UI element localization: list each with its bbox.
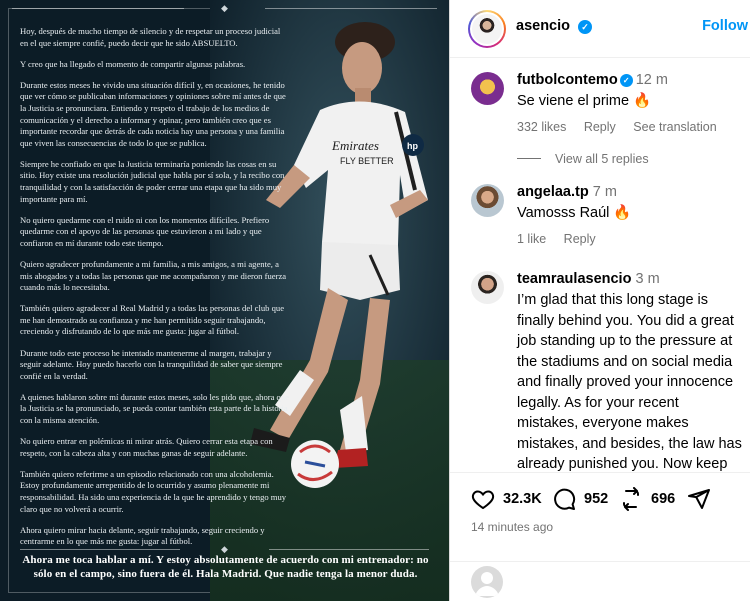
reply-link[interactable]: Reply bbox=[564, 232, 596, 246]
svg-text:FLY BETTER: FLY BETTER bbox=[340, 156, 394, 166]
comment-icon bbox=[554, 488, 576, 510]
comments-sidebar: asencio ✓ Follow futbolcontemo ✓ 12 m Se v… bbox=[449, 0, 750, 601]
comment-text: Vamosss Raúl 🔥 bbox=[517, 205, 632, 221]
comment-item: angelaa.tp 7 m Vamosss Raúl 🔥 1 like Rep… bbox=[450, 184, 750, 254]
letter-paragraph: También quiero referirme a un episodio r… bbox=[20, 468, 287, 514]
letter-paragraph: Durante todo este proceso he intentado m… bbox=[20, 347, 283, 381]
post-actions-bar: 32.3K 952 696 14 minutes ago bbox=[450, 472, 750, 601]
commenter-username[interactable]: futbolcontemo bbox=[517, 72, 618, 88]
commenter-username[interactable]: angelaa.tp bbox=[517, 184, 589, 200]
comment-time: 12 m bbox=[635, 72, 668, 88]
commenter-avatar[interactable] bbox=[471, 72, 504, 105]
author-username[interactable]: asencio bbox=[516, 18, 570, 34]
comment-text: I’m glad that this long stage is finally… bbox=[517, 292, 742, 472]
user-avatar-icon bbox=[471, 566, 503, 598]
verified-badge-icon: ✓ bbox=[578, 20, 592, 34]
posted-time: 14 minutes ago bbox=[471, 520, 554, 534]
comment-time: 3 m bbox=[635, 271, 660, 287]
view-replies-link[interactable]: View all 5 replies bbox=[517, 152, 649, 166]
statement-letter: Hoy, después de mucho tiempo de silencio… bbox=[20, 26, 290, 557]
comments-list[interactable]: futbolcontemo ✓ 12 m Se viene el prime 🔥 3… bbox=[450, 58, 750, 472]
comment-item: futbolcontemo ✓ 12 m Se viene el prime 🔥 3… bbox=[450, 72, 750, 192]
author-avatar[interactable] bbox=[468, 10, 506, 48]
comment-actions: 1 like Reply bbox=[517, 232, 610, 246]
commenter-username[interactable]: teamraulasencio bbox=[517, 271, 631, 287]
letter-paragraph: También quiero agradecer al Real Madrid … bbox=[20, 303, 285, 337]
letter-paragraph: No quiero quedarme con el ruido ni con l… bbox=[20, 214, 270, 248]
letter-paragraph: Siempre he confiado en que la Justicia t… bbox=[20, 158, 285, 204]
follow-button[interactable]: Follow bbox=[702, 18, 748, 34]
top-ornament: ◆ bbox=[0, 3, 449, 13]
replies-divider bbox=[517, 158, 541, 159]
repost-button[interactable]: 696 bbox=[619, 487, 675, 511]
likes-count-link[interactable]: 1 like bbox=[517, 232, 546, 246]
post-header: asencio ✓ Follow bbox=[450, 0, 750, 58]
likes-count-link[interactable]: 332 likes bbox=[517, 120, 566, 134]
view-replies-label: View all 5 replies bbox=[555, 152, 649, 166]
see-translation-link[interactable]: See translation bbox=[633, 120, 716, 134]
verified-badge-icon: ✓ bbox=[619, 74, 633, 87]
add-comment-area[interactable] bbox=[450, 561, 750, 601]
repost-icon bbox=[623, 487, 639, 511]
svg-text:Emirates: Emirates bbox=[331, 138, 379, 153]
like-button[interactable]: 32.3K bbox=[471, 487, 542, 511]
heart-icon bbox=[471, 490, 495, 510]
comment-button[interactable]: 952 bbox=[552, 487, 608, 511]
comment-header: futbolcontemo ✓ 12 m bbox=[517, 72, 668, 88]
comment-item: teamraulasencio 3 m I’m glad that this l… bbox=[450, 271, 750, 472]
comments-count: 952 bbox=[584, 491, 609, 507]
likes-count: 32.3K bbox=[503, 491, 542, 507]
svg-text:hp: hp bbox=[407, 141, 418, 151]
commenter-avatar[interactable] bbox=[471, 184, 504, 217]
comment-text: Se viene el prime 🔥 bbox=[517, 93, 652, 109]
reposts-count: 696 bbox=[651, 491, 676, 507]
post-image[interactable]: hp Emirates FLY BETTER ◆ Hoy, después de… bbox=[0, 0, 449, 601]
comment-actions: 332 likes Reply See translation bbox=[517, 120, 731, 134]
comment-header: angelaa.tp 7 m bbox=[517, 184, 617, 200]
letter-paragraph: Hoy, después de mucho tiempo de silencio… bbox=[20, 26, 281, 48]
letter-paragraph: No quiero entrar en polémicas ni mirar a… bbox=[20, 436, 273, 458]
comment-header: teamraulasencio 3 m bbox=[517, 271, 660, 287]
letter-paragraph: A quienes hablaron sobre mí durante esto… bbox=[20, 391, 289, 426]
letter-paragraph: Quiero agradecer profundamente a mi fami… bbox=[20, 259, 287, 293]
commenter-avatar[interactable] bbox=[471, 271, 504, 304]
letter-paragraph: Durante estos meses he vivido una situac… bbox=[20, 79, 286, 148]
reply-link[interactable]: Reply bbox=[584, 120, 616, 134]
closing-statement: Ahora me toca hablar a mí. Y estoy absol… bbox=[22, 554, 429, 580]
send-icon bbox=[688, 489, 710, 509]
letter-paragraph: Y creo que ha llegado el momento de comp… bbox=[20, 58, 246, 69]
comment-time: 7 m bbox=[592, 184, 617, 200]
share-button[interactable] bbox=[687, 487, 711, 511]
